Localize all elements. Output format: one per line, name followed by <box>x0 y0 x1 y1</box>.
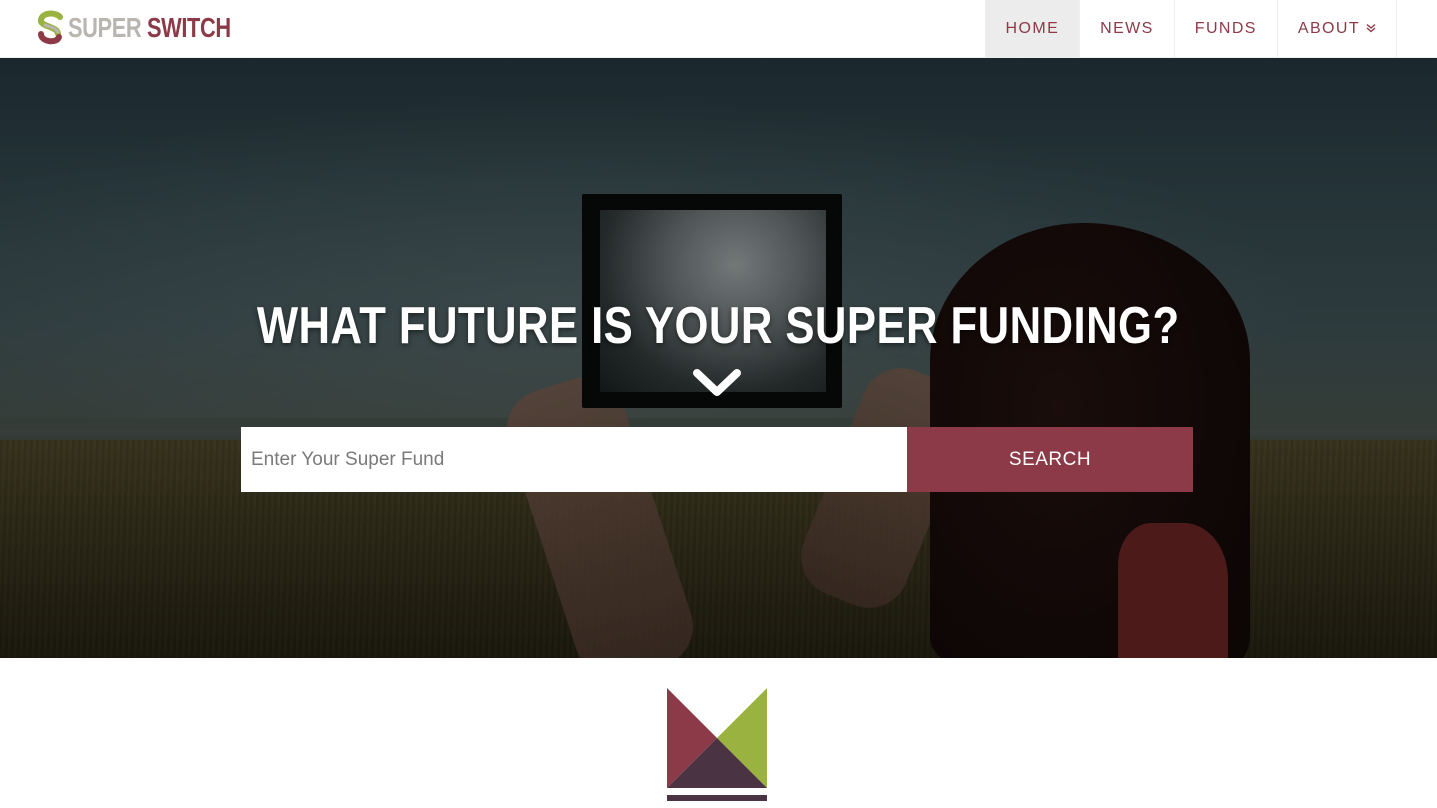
nav-item-about[interactable]: ABOUT <box>1278 0 1397 58</box>
site-logo[interactable]: SUPER SWITCH <box>36 10 277 46</box>
logo-word-switch: SWITCH <box>146 12 231 43</box>
super-switch-emblem-icon <box>667 688 767 801</box>
nav-item-label: NEWS <box>1100 20 1154 37</box>
super-switch-logo-icon <box>38 10 63 45</box>
chevron-down-icon[interactable] <box>692 367 742 399</box>
logo-word-super: SUPER <box>68 12 142 43</box>
main-nav: HOME NEWS FUNDS ABOUT <box>984 0 1397 58</box>
nav-item-label: FUNDS <box>1194 20 1257 37</box>
hero-banner: WHAT FUTURE IS YOUR SUPER FUNDING? SEARC… <box>0 58 1437 658</box>
search-button[interactable]: SEARCH <box>907 427 1193 492</box>
hero-title: WHAT FUTURE IS YOUR SUPER FUNDING? <box>0 296 1437 356</box>
hero-overlay <box>0 58 1437 658</box>
nav-item-home[interactable]: HOME <box>985 0 1081 58</box>
nav-item-funds[interactable]: FUNDS <box>1175 0 1278 58</box>
logo-wordmark: SUPER SWITCH <box>68 10 231 46</box>
site-header: SUPER SWITCH HOME NEWS FUNDS ABOUT <box>0 0 1437 58</box>
nav-item-news[interactable]: NEWS <box>1080 0 1175 58</box>
fund-search-input[interactable] <box>241 427 907 492</box>
nav-item-label: HOME <box>1005 20 1060 37</box>
hero-title-text: WHAT FUTURE IS YOUR SUPER FUNDING? <box>257 297 1180 355</box>
double-chevron-down-icon <box>1366 23 1376 36</box>
nav-item-label: ABOUT <box>1297 20 1360 37</box>
